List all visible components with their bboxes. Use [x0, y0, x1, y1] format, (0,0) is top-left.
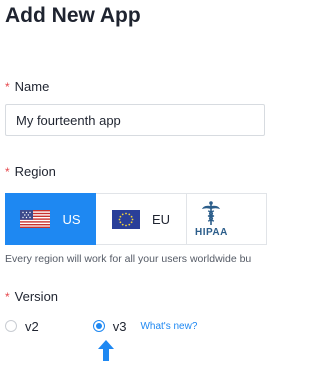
required-marker: *: [5, 80, 10, 94]
region-selector: US EU HIPAA: [5, 193, 267, 245]
region-label: * Region: [5, 164, 56, 179]
page-title: Add New App: [5, 4, 141, 27]
caduceus-icon: [202, 201, 221, 225]
arrow-up-icon: [98, 340, 114, 361]
whats-new-link[interactable]: What's new?: [140, 321, 197, 332]
version-v2-label[interactable]: v2: [25, 319, 39, 334]
region-option-label: US: [62, 211, 81, 227]
region-label-text: Region: [14, 164, 56, 179]
region-option-label: EU: [151, 211, 171, 227]
region-option-eu[interactable]: EU: [96, 193, 187, 245]
region-help-text: Every region will work for all your user…: [5, 253, 252, 265]
name-label-text: Name: [14, 79, 50, 94]
name-label: * Name: [5, 79, 49, 94]
region-option-us[interactable]: US: [5, 193, 96, 245]
required-marker: *: [5, 165, 10, 179]
version-v2-radio[interactable]: [5, 320, 17, 332]
version-label-text: Version: [14, 289, 59, 304]
us-flag-icon: [20, 210, 51, 228]
version-v3-label[interactable]: v3: [113, 319, 127, 334]
eu-flag-icon: [111, 209, 140, 229]
version-label: * Version: [5, 289, 58, 304]
version-v3-radio[interactable]: [92, 320, 105, 332]
required-marker: *: [5, 290, 10, 304]
region-option-hipaa[interactable]: HIPAA: [187, 193, 267, 245]
name-input[interactable]: [5, 104, 265, 136]
version-options: v2 v3 What's new?: [5, 318, 197, 334]
region-option-label: HIPAA: [195, 227, 228, 238]
